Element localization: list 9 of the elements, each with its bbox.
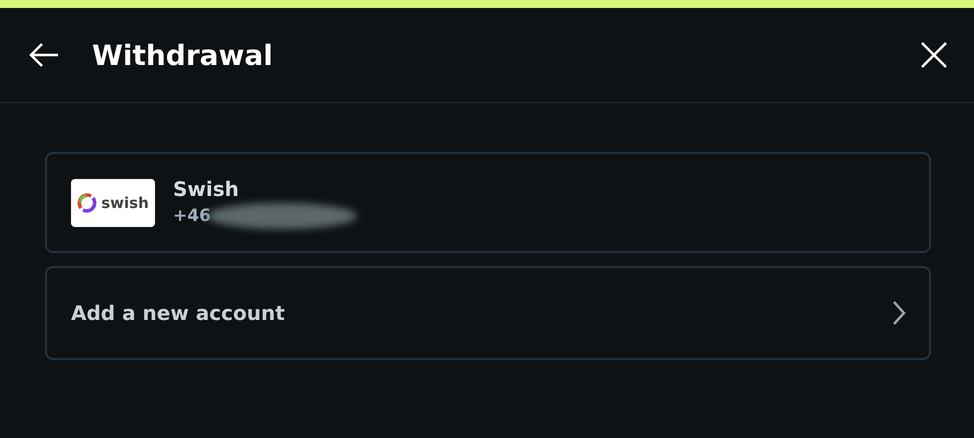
chevron-icon — [891, 299, 907, 327]
account-card[interactable]: swish Swish +46 — [45, 152, 931, 253]
account-name: Swish — [173, 176, 240, 200]
close-button[interactable] — [920, 41, 948, 69]
back-button[interactable] — [28, 41, 60, 69]
swish-logo: swish — [71, 178, 155, 226]
add-account-button[interactable]: Add a new account — [45, 266, 931, 360]
page-title: Withdrawal — [92, 38, 274, 72]
account-number: +46 — [173, 206, 211, 226]
